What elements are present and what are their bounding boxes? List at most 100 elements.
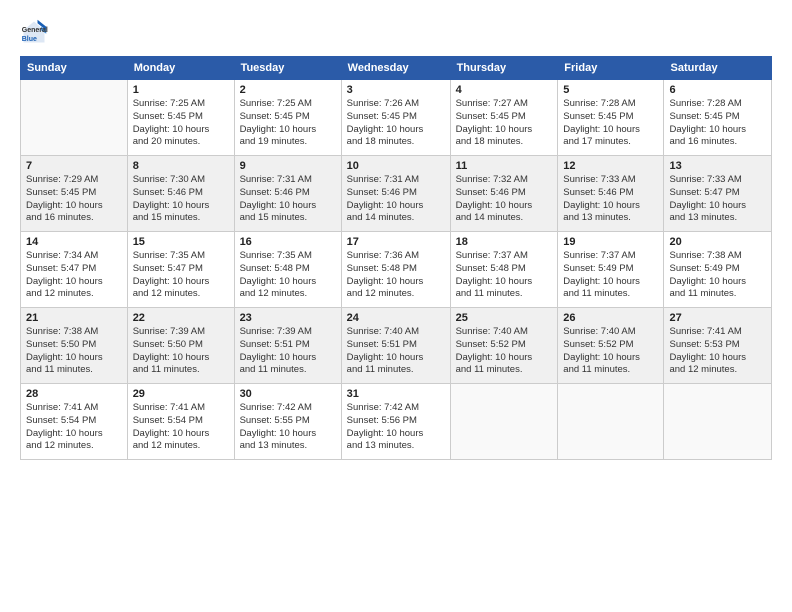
calendar-cell: 28 Sunrise: 7:41 AMSunset: 5:54 PMDayligh… bbox=[21, 384, 128, 460]
day-info: Sunrise: 7:31 AMSunset: 5:46 PMDaylight:… bbox=[347, 174, 445, 225]
day-number: 22 bbox=[133, 312, 229, 324]
day-info: Sunrise: 7:38 AMSunset: 5:50 PMDaylight:… bbox=[26, 326, 122, 377]
page-container: General Blue SundayMondayTuesdayWednesda… bbox=[0, 0, 792, 612]
calendar-cell: 31 Sunrise: 7:42 AMSunset: 5:56 PMDayligh… bbox=[341, 384, 450, 460]
day-number: 16 bbox=[240, 236, 336, 248]
calendar-cell: 3 Sunrise: 7:26 AMSunset: 5:45 PMDaylight… bbox=[341, 80, 450, 156]
day-info: Sunrise: 7:37 AMSunset: 5:48 PMDaylight:… bbox=[456, 250, 553, 301]
calendar-cell: 11 Sunrise: 7:32 AMSunset: 5:46 PMDayligh… bbox=[450, 156, 558, 232]
calendar-cell: 4Sunrise: 7:27 AMSunset: 5:45 PMDaylight… bbox=[450, 80, 558, 156]
day-info: Sunrise: 7:41 AMSunset: 5:54 PMDaylight:… bbox=[133, 402, 229, 453]
day-number: 1 bbox=[133, 84, 229, 96]
day-number: 13 bbox=[669, 160, 766, 172]
day-number: 25 bbox=[456, 312, 553, 324]
calendar-cell: 1 Sunrise: 7:25 AMSunset: 5:45 PMDaylight… bbox=[127, 80, 234, 156]
day-info: Sunrise: 7:31 AMSunset: 5:46 PMDaylight:… bbox=[240, 174, 336, 225]
calendar-cell: 17 Sunrise: 7:36 AMSunset: 5:48 PMDayligh… bbox=[341, 232, 450, 308]
day-info: Sunrise: 7:32 AMSunset: 5:46 PMDaylight:… bbox=[456, 174, 553, 225]
day-info: Sunrise: 7:41 AMSunset: 5:54 PMDaylight:… bbox=[26, 402, 122, 453]
day-number: 12 bbox=[563, 160, 658, 172]
calendar-cell: 15Sunrise: 7:35 AMSunset: 5:47 PMDayligh… bbox=[127, 232, 234, 308]
day-number: 24 bbox=[347, 312, 445, 324]
day-info: Sunrise: 7:38 AMSunset: 5:49 PMDaylight:… bbox=[669, 250, 766, 301]
calendar-week-3: 14 Sunrise: 7:34 AMSunset: 5:47 PMDayligh… bbox=[21, 232, 772, 308]
calendar-cell: 6 Sunrise: 7:28 AMSunset: 5:45 PMDaylight… bbox=[664, 80, 772, 156]
calendar-week-4: 21 Sunrise: 7:38 AMSunset: 5:50 PMDayligh… bbox=[21, 308, 772, 384]
day-number: 27 bbox=[669, 312, 766, 324]
calendar-cell: 21 Sunrise: 7:38 AMSunset: 5:50 PMDayligh… bbox=[21, 308, 128, 384]
calendar-cell: 30Sunrise: 7:42 AMSunset: 5:55 PMDayligh… bbox=[234, 384, 341, 460]
calendar-cell: 9 Sunrise: 7:31 AMSunset: 5:46 PMDaylight… bbox=[234, 156, 341, 232]
day-info: Sunrise: 7:30 AMSunset: 5:46 PMDaylight:… bbox=[133, 174, 229, 225]
weekday-header-row: SundayMondayTuesdayWednesdayThursdayFrid… bbox=[21, 57, 772, 80]
day-info: Sunrise: 7:40 AMSunset: 5:52 PMDaylight:… bbox=[456, 326, 553, 377]
day-number: 18 bbox=[456, 236, 553, 248]
calendar-week-5: 28 Sunrise: 7:41 AMSunset: 5:54 PMDayligh… bbox=[21, 384, 772, 460]
day-number: 8 bbox=[133, 160, 229, 172]
calendar-cell: 27 Sunrise: 7:41 AMSunset: 5:53 PMDayligh… bbox=[664, 308, 772, 384]
day-number: 30 bbox=[240, 388, 336, 400]
day-number: 9 bbox=[240, 160, 336, 172]
day-info: Sunrise: 7:26 AMSunset: 5:45 PMDaylight:… bbox=[347, 98, 445, 149]
svg-text:Blue: Blue bbox=[22, 36, 37, 43]
day-info: Sunrise: 7:28 AMSunset: 5:45 PMDaylight:… bbox=[669, 98, 766, 149]
calendar-cell: 19Sunrise: 7:37 AMSunset: 5:49 PMDayligh… bbox=[558, 232, 664, 308]
calendar-week-1: 1 Sunrise: 7:25 AMSunset: 5:45 PMDaylight… bbox=[21, 80, 772, 156]
day-number: 4 bbox=[456, 84, 553, 96]
calendar-cell: 22 Sunrise: 7:39 AMSunset: 5:50 PMDayligh… bbox=[127, 308, 234, 384]
day-info: Sunrise: 7:39 AMSunset: 5:51 PMDaylight:… bbox=[240, 326, 336, 377]
calendar-cell: 5Sunrise: 7:28 AMSunset: 5:45 PMDaylight… bbox=[558, 80, 664, 156]
calendar-cell: 8 Sunrise: 7:30 AMSunset: 5:46 PMDaylight… bbox=[127, 156, 234, 232]
calendar-cell: 20 Sunrise: 7:38 AMSunset: 5:49 PMDayligh… bbox=[664, 232, 772, 308]
day-number: 6 bbox=[669, 84, 766, 96]
day-number: 29 bbox=[133, 388, 229, 400]
day-info: Sunrise: 7:29 AMSunset: 5:45 PMDaylight:… bbox=[26, 174, 122, 225]
day-number: 11 bbox=[456, 160, 553, 172]
day-number: 20 bbox=[669, 236, 766, 248]
svg-text:General: General bbox=[22, 27, 48, 34]
header: General Blue bbox=[20, 18, 772, 46]
logo: General Blue bbox=[20, 18, 48, 46]
calendar-cell bbox=[450, 384, 558, 460]
day-info: Sunrise: 7:40 AMSunset: 5:51 PMDaylight:… bbox=[347, 326, 445, 377]
weekday-header-thursday: Thursday bbox=[450, 57, 558, 80]
calendar-cell: 16 Sunrise: 7:35 AMSunset: 5:48 PMDayligh… bbox=[234, 232, 341, 308]
day-info: Sunrise: 7:41 AMSunset: 5:53 PMDaylight:… bbox=[669, 326, 766, 377]
weekday-header-tuesday: Tuesday bbox=[234, 57, 341, 80]
calendar-cell bbox=[558, 384, 664, 460]
day-info: Sunrise: 7:33 AMSunset: 5:47 PMDaylight:… bbox=[669, 174, 766, 225]
weekday-header-wednesday: Wednesday bbox=[341, 57, 450, 80]
day-info: Sunrise: 7:42 AMSunset: 5:56 PMDaylight:… bbox=[347, 402, 445, 453]
calendar-cell: 25 Sunrise: 7:40 AMSunset: 5:52 PMDayligh… bbox=[450, 308, 558, 384]
weekday-header-monday: Monday bbox=[127, 57, 234, 80]
calendar-cell: 2Sunrise: 7:25 AMSunset: 5:45 PMDaylight… bbox=[234, 80, 341, 156]
day-number: 21 bbox=[26, 312, 122, 324]
calendar-cell: 24 Sunrise: 7:40 AMSunset: 5:51 PMDayligh… bbox=[341, 308, 450, 384]
calendar-cell bbox=[21, 80, 128, 156]
calendar-cell: 29 Sunrise: 7:41 AMSunset: 5:54 PMDayligh… bbox=[127, 384, 234, 460]
day-number: 17 bbox=[347, 236, 445, 248]
day-number: 14 bbox=[26, 236, 122, 248]
weekday-header-friday: Friday bbox=[558, 57, 664, 80]
day-number: 5 bbox=[563, 84, 658, 96]
day-info: Sunrise: 7:35 AMSunset: 5:48 PMDaylight:… bbox=[240, 250, 336, 301]
day-info: Sunrise: 7:33 AMSunset: 5:46 PMDaylight:… bbox=[563, 174, 658, 225]
calendar-cell: 12 Sunrise: 7:33 AMSunset: 5:46 PMDayligh… bbox=[558, 156, 664, 232]
day-number: 3 bbox=[347, 84, 445, 96]
calendar-week-2: 7Sunrise: 7:29 AMSunset: 5:45 PMDaylight… bbox=[21, 156, 772, 232]
day-number: 19 bbox=[563, 236, 658, 248]
calendar-cell: 26 Sunrise: 7:40 AMSunset: 5:52 PMDayligh… bbox=[558, 308, 664, 384]
day-number: 23 bbox=[240, 312, 336, 324]
day-number: 28 bbox=[26, 388, 122, 400]
day-info: Sunrise: 7:25 AMSunset: 5:45 PMDaylight:… bbox=[133, 98, 229, 149]
day-info: Sunrise: 7:34 AMSunset: 5:47 PMDaylight:… bbox=[26, 250, 122, 301]
day-number: 31 bbox=[347, 388, 445, 400]
day-info: Sunrise: 7:39 AMSunset: 5:50 PMDaylight:… bbox=[133, 326, 229, 377]
calendar-cell bbox=[664, 384, 772, 460]
calendar-cell: 14 Sunrise: 7:34 AMSunset: 5:47 PMDayligh… bbox=[21, 232, 128, 308]
weekday-header-saturday: Saturday bbox=[664, 57, 772, 80]
day-info: Sunrise: 7:36 AMSunset: 5:48 PMDaylight:… bbox=[347, 250, 445, 301]
day-info: Sunrise: 7:40 AMSunset: 5:52 PMDaylight:… bbox=[563, 326, 658, 377]
calendar-cell: 18 Sunrise: 7:37 AMSunset: 5:48 PMDayligh… bbox=[450, 232, 558, 308]
day-number: 26 bbox=[563, 312, 658, 324]
